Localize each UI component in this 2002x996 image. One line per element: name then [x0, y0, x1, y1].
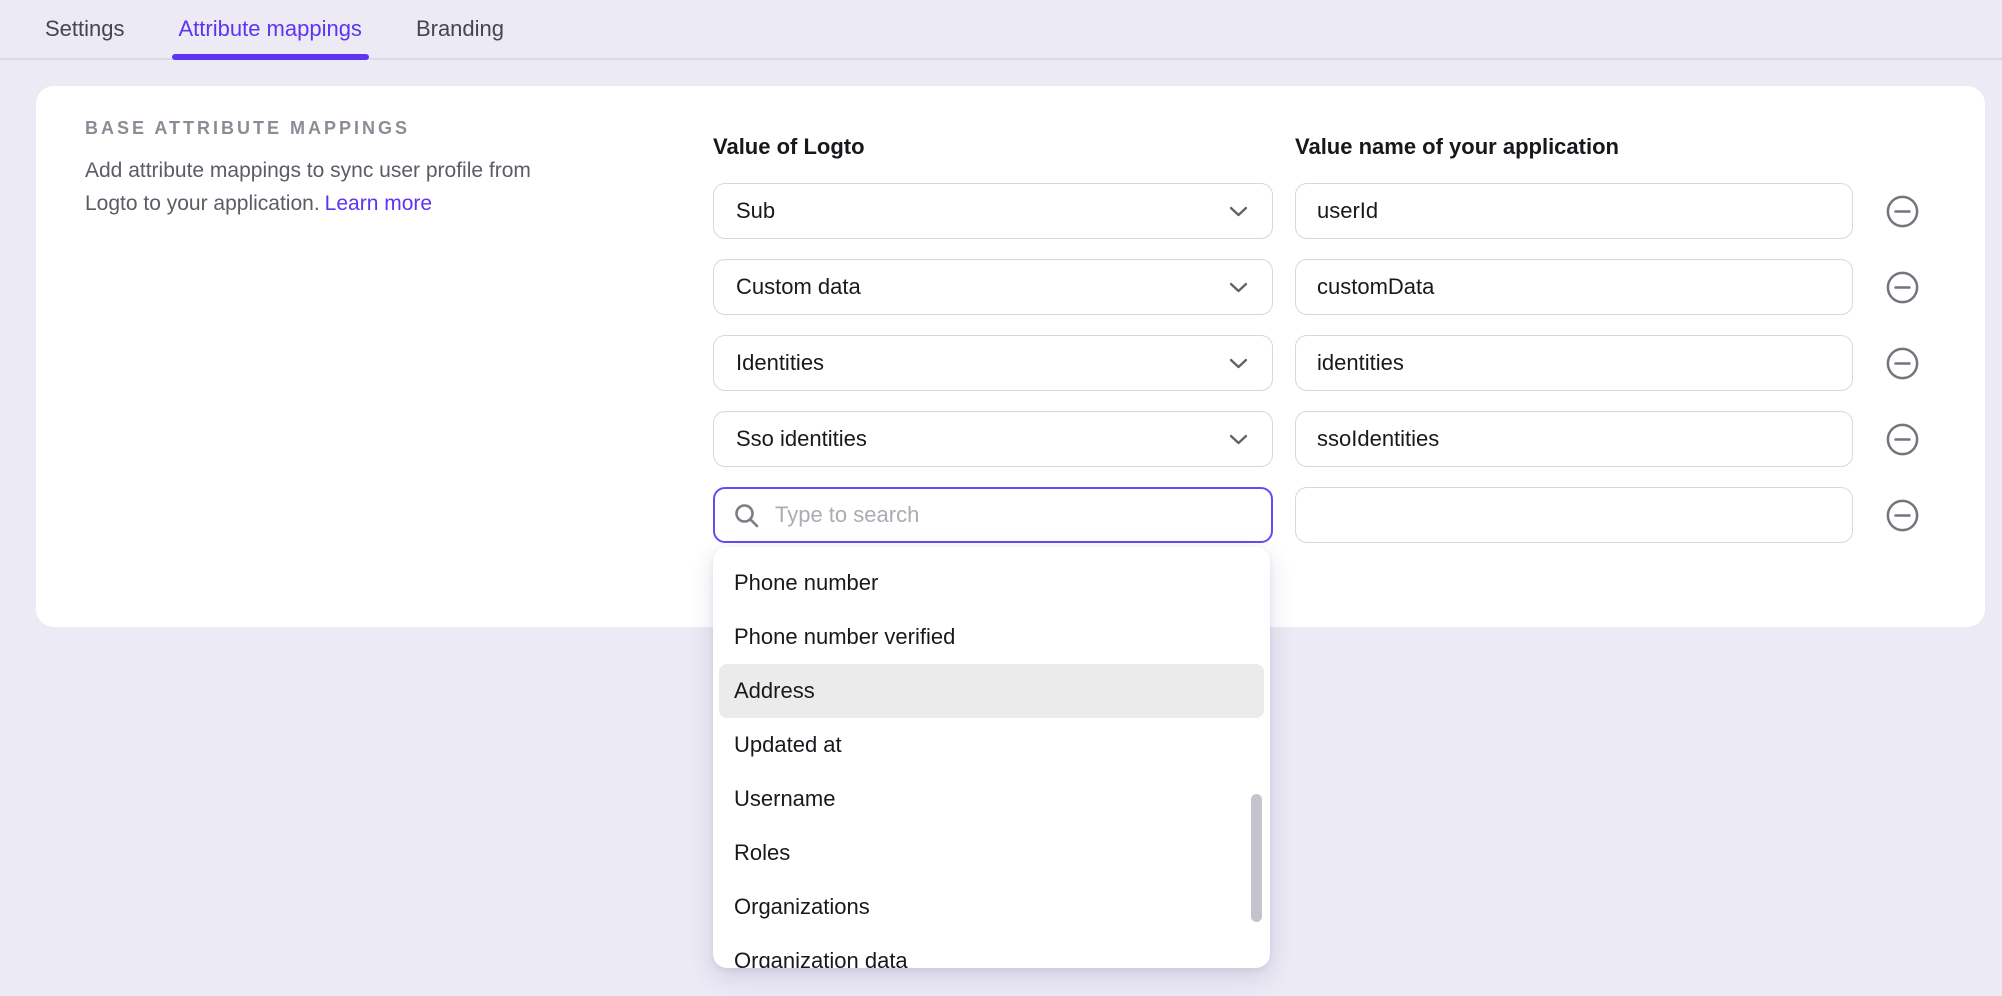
dropdown-option[interactable]: Organizations: [719, 880, 1264, 934]
remove-row-button[interactable]: [1886, 423, 1919, 456]
search-icon: [733, 502, 760, 529]
app-value-input[interactable]: [1295, 183, 1853, 239]
remove-row-button[interactable]: [1886, 195, 1919, 228]
mapping-rows: Sub Custom data Identities Sso identities: [713, 183, 1919, 563]
section-description-text: Add attribute mappings to sync user prof…: [85, 159, 531, 215]
mapping-row-new: [713, 487, 1919, 543]
minus-circle-icon: [1886, 347, 1919, 380]
mapping-row: Sub: [713, 183, 1919, 239]
dropdown-scrollbar-thumb[interactable]: [1251, 794, 1262, 922]
minus-circle-icon: [1886, 499, 1919, 532]
remove-row-button[interactable]: [1886, 271, 1919, 304]
mapping-row: Identities: [713, 335, 1919, 391]
column-header-app-value: Value name of your application: [1295, 134, 1619, 160]
section-title: BASE ATTRIBUTE MAPPINGS: [85, 118, 575, 139]
select-value: Custom data: [736, 274, 861, 300]
minus-circle-icon: [1886, 271, 1919, 304]
dropdown-option[interactable]: Address: [719, 664, 1264, 718]
chevron-down-icon: [1229, 434, 1248, 445]
tab-label: Attribute mappings: [179, 16, 362, 42]
app-value-input[interactable]: [1295, 487, 1853, 543]
select-value: Sso identities: [736, 426, 867, 452]
logto-value-select[interactable]: Sso identities: [713, 411, 1273, 467]
mapping-row: Sso identities: [713, 411, 1919, 467]
tab-attribute-mappings[interactable]: Attribute mappings: [179, 0, 362, 58]
minus-circle-icon: [1886, 195, 1919, 228]
minus-circle-icon: [1886, 423, 1919, 456]
select-value: Identities: [736, 350, 824, 376]
select-value: Sub: [736, 198, 775, 224]
column-headers: Value of Logto Value name of your applic…: [713, 134, 1619, 160]
chevron-down-icon: [1229, 282, 1248, 293]
dropdown-option[interactable]: Updated at: [719, 718, 1264, 772]
column-header-logto-value: Value of Logto: [713, 134, 1295, 160]
dropdown-option[interactable]: Username: [719, 772, 1264, 826]
tab-branding[interactable]: Branding: [416, 0, 504, 58]
active-tab-underline: [172, 54, 369, 60]
remove-row-button[interactable]: [1886, 347, 1919, 380]
remove-row-button[interactable]: [1886, 499, 1919, 532]
tab-settings[interactable]: Settings: [45, 0, 125, 58]
section-info: BASE ATTRIBUTE MAPPINGS Add attribute ma…: [85, 118, 575, 220]
attribute-dropdown-menu: Phone numberPhone number verifiedAddress…: [713, 547, 1270, 968]
dropdown-option[interactable]: Roles: [719, 826, 1264, 880]
logto-value-select[interactable]: Identities: [713, 335, 1273, 391]
app-value-input[interactable]: [1295, 259, 1853, 315]
dropdown-option[interactable]: Phone number: [719, 556, 1264, 610]
dropdown-option[interactable]: Organization data: [719, 934, 1264, 968]
learn-more-link[interactable]: Learn more: [325, 192, 432, 215]
attribute-search-box[interactable]: [713, 487, 1273, 543]
dropdown-options-list: Phone numberPhone number verifiedAddress…: [713, 556, 1270, 968]
section-description: Add attribute mappings to sync user prof…: [85, 154, 575, 220]
logto-value-select[interactable]: Sub: [713, 183, 1273, 239]
logto-value-select[interactable]: Custom data: [713, 259, 1273, 315]
chevron-down-icon: [1229, 358, 1248, 369]
attribute-search-input[interactable]: [775, 502, 1253, 528]
chevron-down-icon: [1229, 206, 1248, 217]
app-value-input[interactable]: [1295, 335, 1853, 391]
mapping-row: Custom data: [713, 259, 1919, 315]
attribute-mappings-page: Settings Attribute mappings Branding BAS…: [0, 0, 2002, 996]
tab-bar: Settings Attribute mappings Branding: [0, 0, 2002, 60]
dropdown-option[interactable]: Phone number verified: [719, 610, 1264, 664]
app-value-input[interactable]: [1295, 411, 1853, 467]
